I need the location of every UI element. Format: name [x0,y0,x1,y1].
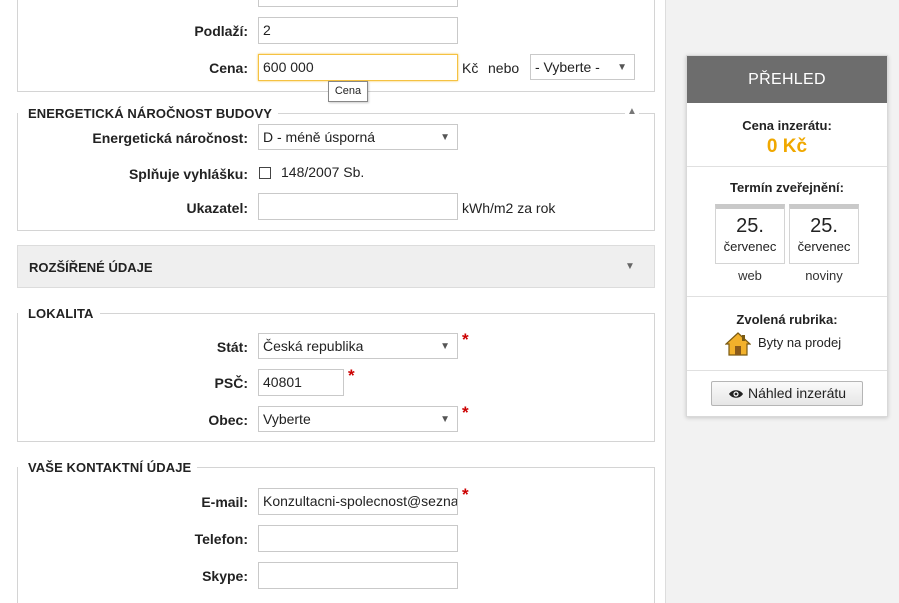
divider [687,166,887,167]
price-option-value: - Vyberte - [535,59,600,75]
term-title: Termín zveřejnění: [730,180,844,195]
skype-label: Skype: [202,568,248,584]
web-caption: web [738,268,762,283]
indicator-input[interactable] [258,193,458,220]
energy-class-value: D - méně úsporná [263,129,376,145]
required-marker: * [462,403,469,422]
country-value: Česká republika [263,338,364,354]
term-title-wrap: Termín zveřejnění: [687,180,887,195]
floor-input[interactable]: 2 [258,17,458,44]
price-tooltip: Cena [328,81,368,102]
paper-date-month: červenec [797,239,851,254]
zip-label: PSČ: [214,375,248,391]
email-label: E-mail: [201,494,248,510]
phone-input[interactable] [258,525,458,552]
indicator-unit: kWh/m2 za rok [462,200,556,216]
divider [687,296,887,297]
rubric-title-wrap: Zvolená rubrika: [687,312,887,327]
skype-input[interactable] [258,562,458,589]
energy-class-select[interactable]: D - méně úsporná ▼ [258,124,458,150]
country-select[interactable]: Česká republika ▼ [258,333,458,359]
decree-text: 148/2007 Sb. [281,164,365,180]
required-marker: * [462,485,469,504]
price-summary-title: Cena inzerátu: [742,118,832,133]
overview-header: PŘEHLED [687,56,887,103]
paper-date: 25. červenec [789,204,859,264]
preview-ad-label: Náhled inzerátu [747,385,847,401]
house-icon [724,331,752,357]
price-option-select[interactable]: - Vyberte - ▼ [530,54,635,80]
or-label: nebo [488,60,520,76]
energy-class-label: Energetická náročnost: [92,130,248,146]
top-partial-input[interactable] [258,0,458,7]
rubric-value: Byty na prodej [758,335,842,350]
decree-checkbox[interactable] [259,167,271,179]
email-input[interactable]: Konzultacni-spolecnost@seznam [258,488,458,515]
web-date-day: 25. [736,215,764,237]
required-marker: * [462,330,469,349]
country-label: Stát: [216,339,248,355]
chevron-down-icon: ▼ [440,132,450,143]
extended-section-title: Rozšířené údaje [29,260,153,275]
zip-input[interactable]: 40801 [258,369,344,396]
chevron-down-icon: ▼ [617,62,627,73]
required-marker: * [348,366,355,385]
listing-form: Podlaží: 2 Cena: 600 000 Kč nebo - Vyber… [0,0,666,603]
price-summary-value: 0 Kč [766,136,808,157]
contact-legend: Vaše kontaktní údaje [18,460,198,475]
decree-label: Splňuje vyhlášku: [128,166,248,182]
currency-label: Kč [462,60,479,76]
overview-panel: PŘEHLED Cena inzerátu: 0 Kč Termín zveře… [686,55,888,417]
web-date-month: červenec [723,239,777,254]
chevron-down-icon: ▼ [440,341,450,352]
price-summary: Cena inzerátu: 0 Kč [687,118,887,158]
city-value: Vyberte [263,411,311,427]
price-label: Cena: [209,60,248,76]
paper-caption: noviny [805,268,843,283]
phone-label: Telefon: [194,531,248,547]
price-input[interactable]: 600 000 [258,54,458,81]
indicator-label: Ukazatel: [186,200,248,216]
energy-legend: Energetická náročnost budovy [18,106,279,121]
eye-icon [728,384,744,407]
city-label: Obec: [208,412,248,428]
chevron-down-icon: ▼ [440,414,450,425]
rubric-title: Zvolená rubrika: [736,312,838,327]
floor-label: Podlaží: [194,23,248,39]
extended-section-toggle[interactable]: Rozšířené údaje ▼ [17,245,655,288]
caret-down-icon: ▼ [625,261,635,272]
caret-up-icon[interactable]: ▲ [625,106,639,117]
preview-ad-button[interactable]: Náhled inzerátu [711,381,863,406]
divider [687,370,887,371]
web-date: 25. červenec [715,204,785,264]
city-select[interactable]: Vyberte ▼ [258,406,458,432]
location-legend: Lokalita [18,306,100,321]
paper-date-day: 25. [810,215,838,237]
